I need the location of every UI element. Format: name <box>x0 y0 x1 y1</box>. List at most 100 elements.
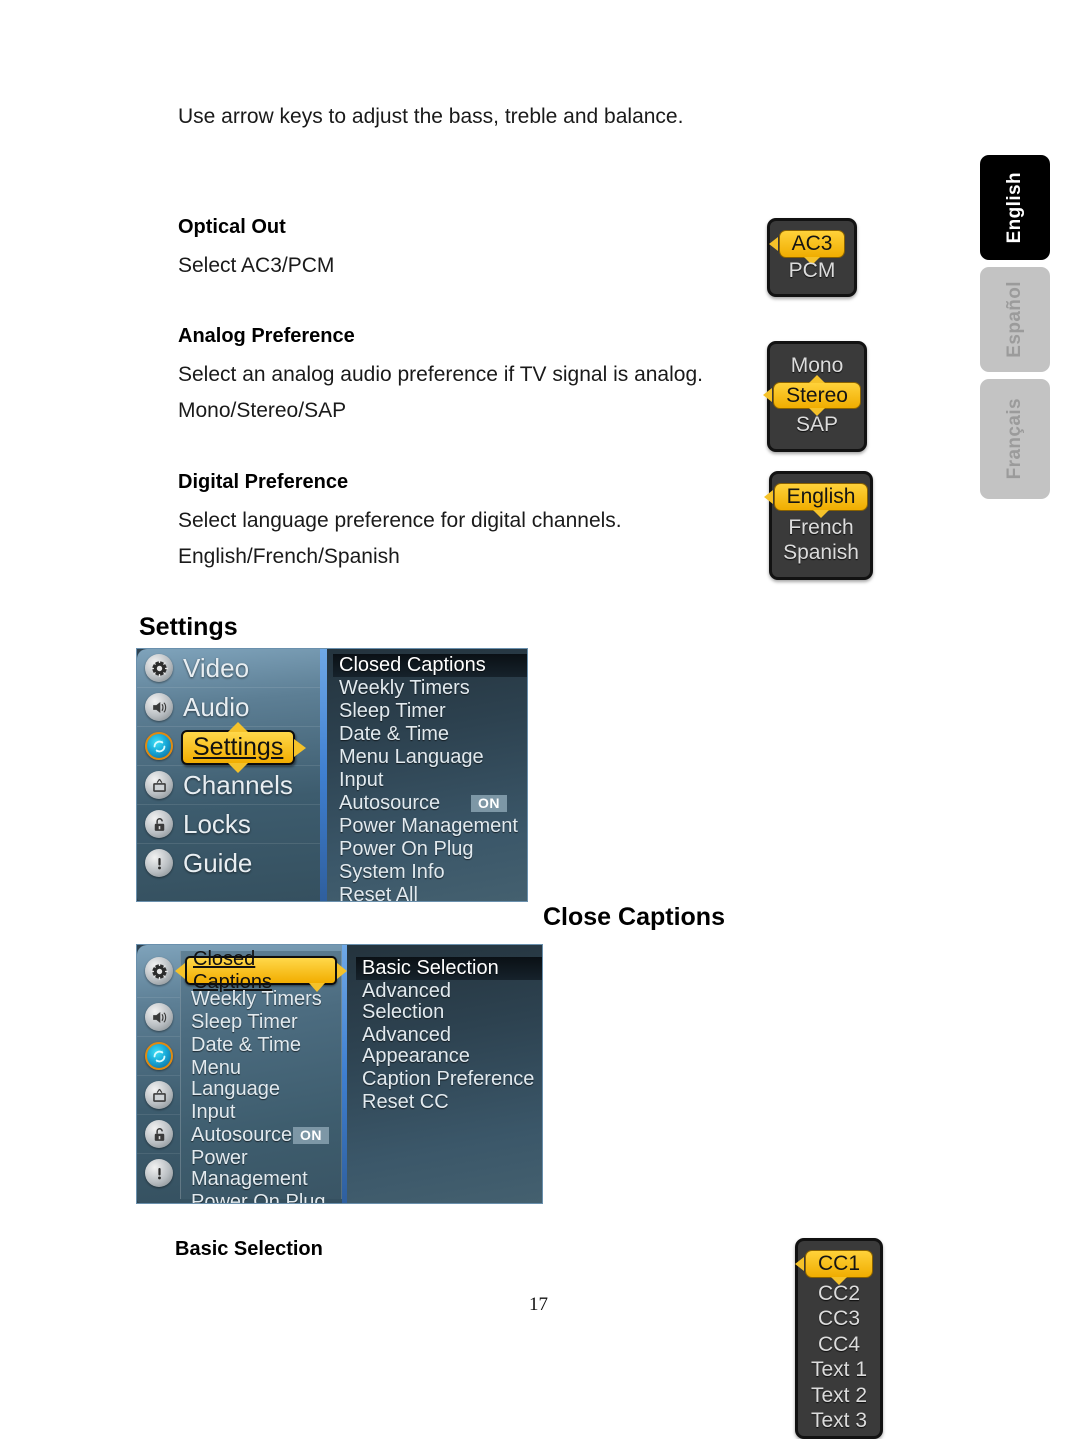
osd-submenu-item-system-info-label: System Info <box>339 861 445 883</box>
caret-left-icon <box>795 1256 804 1271</box>
osd-main-menu-panel: Video Audio Settings Channels Locks Guid… <box>137 649 320 901</box>
osd-submenu-item-menu-language[interactable]: Menu Language <box>333 746 527 769</box>
osd-submenu-item-sleep-timer-label: Sleep Timer <box>339 700 446 722</box>
optical-out-widget[interactable]: AC3 PCM <box>767 218 857 298</box>
tv-icon <box>145 771 173 799</box>
caption-option-cc3[interactable]: CC3 <box>812 1306 866 1332</box>
language-tab-espanol[interactable]: Español <box>980 267 1050 372</box>
language-tab-english-label: English <box>1004 171 1025 244</box>
analog-option-stereo[interactable]: Stereo <box>763 374 861 417</box>
osd-cc-icon-slot-channels[interactable] <box>137 1076 181 1115</box>
osd-submenu-item-autosource-label: Autosource <box>339 792 441 814</box>
caret-up-icon <box>809 374 825 383</box>
caption-channel-widget[interactable]: CC1 CC2 CC3 CC4 Text 1 Text 2 Text 3 <box>795 1238 883 1439</box>
osd-cc-submenu-item-date-time-label: Date & Time <box>191 1034 302 1056</box>
osd-submenu-item-power-on-plug[interactable]: Power On Plug <box>333 838 527 861</box>
osd-submenu-item-date-time-label: Date & Time <box>339 723 450 745</box>
osd-cc-detail-item-reset-cc-label: Reset CC <box>362 1091 449 1113</box>
osd-submenu-item-autosource[interactable]: Autosource ON <box>333 792 527 815</box>
osd-cc-detail-list: Basic Selection Advanced Selection Advan… <box>347 945 542 1114</box>
osd-cc-submenu-item-weekly-timers-label: Weekly Timers <box>191 988 322 1010</box>
osd-settings-highlight-pill[interactable]: Settings <box>181 722 307 773</box>
language-tab-francais-label: Français <box>1004 398 1025 480</box>
osd-cc-detail-item-advanced-appearance[interactable]: Advanced Appearance <box>356 1024 542 1068</box>
osd-cc-submenu-item-menu-language[interactable]: Menu Language <box>185 1057 337 1101</box>
osd-cc-submenu-overlay: Closed Captions Weekly Timers Sleep Time… <box>175 948 347 1203</box>
osd-cc-icon-slot-guide[interactable] <box>137 1154 181 1192</box>
osd-cc-submenu-item-closed-captions[interactable]: Closed Captions <box>175 948 347 993</box>
osd-cc-detail-item-caption-preference[interactable]: Caption Preference <box>356 1068 542 1091</box>
osd-cc-submenu-item-power-management[interactable]: Power Management <box>185 1147 337 1191</box>
digital-option-english[interactable]: English <box>763 483 869 518</box>
osd-cc-detail-item-advanced-appearance-label: Advanced Appearance <box>362 1024 470 1067</box>
digital-preference-body-1: Select language preference for digital c… <box>178 509 622 532</box>
osd-cc-submenu-item-sleep-timer[interactable]: Sleep Timer <box>185 1011 337 1034</box>
osd-cc-submenu-item-autosource-label: Autosource <box>191 1124 293 1146</box>
osd-cc-detail-item-advanced-selection-label: Advanced Selection <box>362 980 451 1023</box>
osd-cc-detail-item-reset-cc[interactable]: Reset CC <box>356 1091 542 1114</box>
caption-option-text3[interactable]: Text 3 <box>805 1408 873 1434</box>
osd-submenu-item-closed-captions[interactable]: Closed Captions <box>333 654 527 677</box>
language-tab-francais[interactable]: Français <box>980 379 1050 499</box>
language-tab-espanol-label: Español <box>1004 281 1025 358</box>
caret-right-icon <box>294 738 307 757</box>
osd-main-item-guide[interactable]: Guide <box>137 844 320 882</box>
osd-submenu-item-sleep-timer[interactable]: Sleep Timer <box>333 700 527 723</box>
caret-left-icon <box>763 388 773 403</box>
osd-settings-screenshot: Video Audio Settings Channels Locks Guid… <box>136 648 528 902</box>
osd-submenu-item-closed-captions-label: Closed Captions <box>339 654 486 676</box>
digital-preference-widget[interactable]: English French Spanish <box>763 471 873 580</box>
osd-cc-submenu-item-menu-language-label: Menu Language <box>191 1057 280 1100</box>
osd-submenu-item-reset-all[interactable]: Reset All <box>333 884 527 902</box>
digital-option-spanish[interactable]: Spanish <box>777 540 865 566</box>
optical-out-option-ac3-label: AC3 <box>791 232 833 255</box>
analog-option-sap[interactable]: SAP <box>790 412 844 438</box>
osd-main-item-locks[interactable]: Locks <box>137 805 320 844</box>
caption-option-cc2[interactable]: CC2 <box>812 1281 866 1307</box>
optical-out-option-ac3[interactable]: AC3 <box>768 230 846 265</box>
osd-cc-detail-item-basic-selection[interactable]: Basic Selection <box>356 957 542 980</box>
tv-icon <box>145 1081 173 1109</box>
osd-cc-icon-slot-audio[interactable] <box>137 998 181 1037</box>
osd-cc-submenu-item-date-time[interactable]: Date & Time <box>185 1034 337 1057</box>
osd-submenu-item-system-info[interactable]: System Info <box>333 861 527 884</box>
digital-option-french[interactable]: French <box>782 515 859 541</box>
osd-main-item-settings-label: Settings <box>193 733 284 761</box>
caption-option-text2[interactable]: Text 2 <box>805 1383 873 1409</box>
osd-cc-submenu-item-power-on-plug[interactable]: Power On Plug <box>185 1191 337 1204</box>
osd-submenu-item-input-label: Input <box>339 769 384 791</box>
osd-panel-divider <box>320 649 327 901</box>
osd-submenu-item-date-time[interactable]: Date & Time <box>333 723 527 746</box>
osd-cc-submenu-item-autosource[interactable]: Autosource ON <box>185 1124 337 1147</box>
osd-main-item-video[interactable]: Video <box>137 649 320 688</box>
osd-main-item-channels[interactable]: Channels <box>137 766 320 805</box>
caption-option-text1[interactable]: Text 1 <box>805 1357 873 1383</box>
analog-preference-body-1: Select an analog audio preference if TV … <box>178 363 703 386</box>
language-tabs: English Español Français <box>980 155 1050 506</box>
osd-cc-submenu-item-power-on-plug-label: Power On Plug <box>191 1191 326 1204</box>
osd-submenu-item-weekly-timers[interactable]: Weekly Timers <box>333 677 527 700</box>
osd-cc-submenu-item-weekly-timers[interactable]: Weekly Timers <box>185 988 337 1011</box>
caption-option-cc1[interactable]: CC1 <box>795 1250 874 1285</box>
osd-cc-icon-slot-settings[interactable] <box>137 1037 181 1076</box>
digital-preference-heading: Digital Preference <box>178 471 349 493</box>
exclamation-icon <box>145 1159 173 1187</box>
osd-main-item-video-label: Video <box>183 652 250 683</box>
osd-submenu-panel: Closed Captions Weekly Timers Sleep Time… <box>327 649 527 901</box>
sync-icon <box>145 732 173 760</box>
osd-cc-icon-slot-locks[interactable] <box>137 1115 181 1154</box>
osd-cc-detail-item-advanced-selection[interactable]: Advanced Selection <box>356 980 542 1024</box>
osd-submenu-item-menu-language-label: Menu Language <box>339 746 484 768</box>
settings-section-title: Settings <box>139 613 238 641</box>
analog-preference-widget[interactable]: Mono Stereo SAP <box>763 341 867 452</box>
osd-cc-detail-panel: Basic Selection Advanced Selection Advan… <box>347 945 542 1203</box>
optical-out-option-pcm[interactable]: PCM <box>783 258 842 284</box>
osd-cc-left-panel: Video Audio Settings Channels Locks Guid… <box>137 945 347 1203</box>
caption-option-cc4[interactable]: CC4 <box>812 1332 866 1358</box>
language-tab-english[interactable]: English <box>980 155 1050 260</box>
osd-submenu-item-input[interactable]: Input <box>333 769 527 792</box>
osd-main-item-settings[interactable]: Settings <box>137 722 320 773</box>
osd-main-item-audio-label: Audio <box>183 691 250 722</box>
osd-submenu-item-power-management[interactable]: Power Management <box>333 815 527 838</box>
osd-cc-submenu-item-input[interactable]: Input <box>185 1101 337 1124</box>
